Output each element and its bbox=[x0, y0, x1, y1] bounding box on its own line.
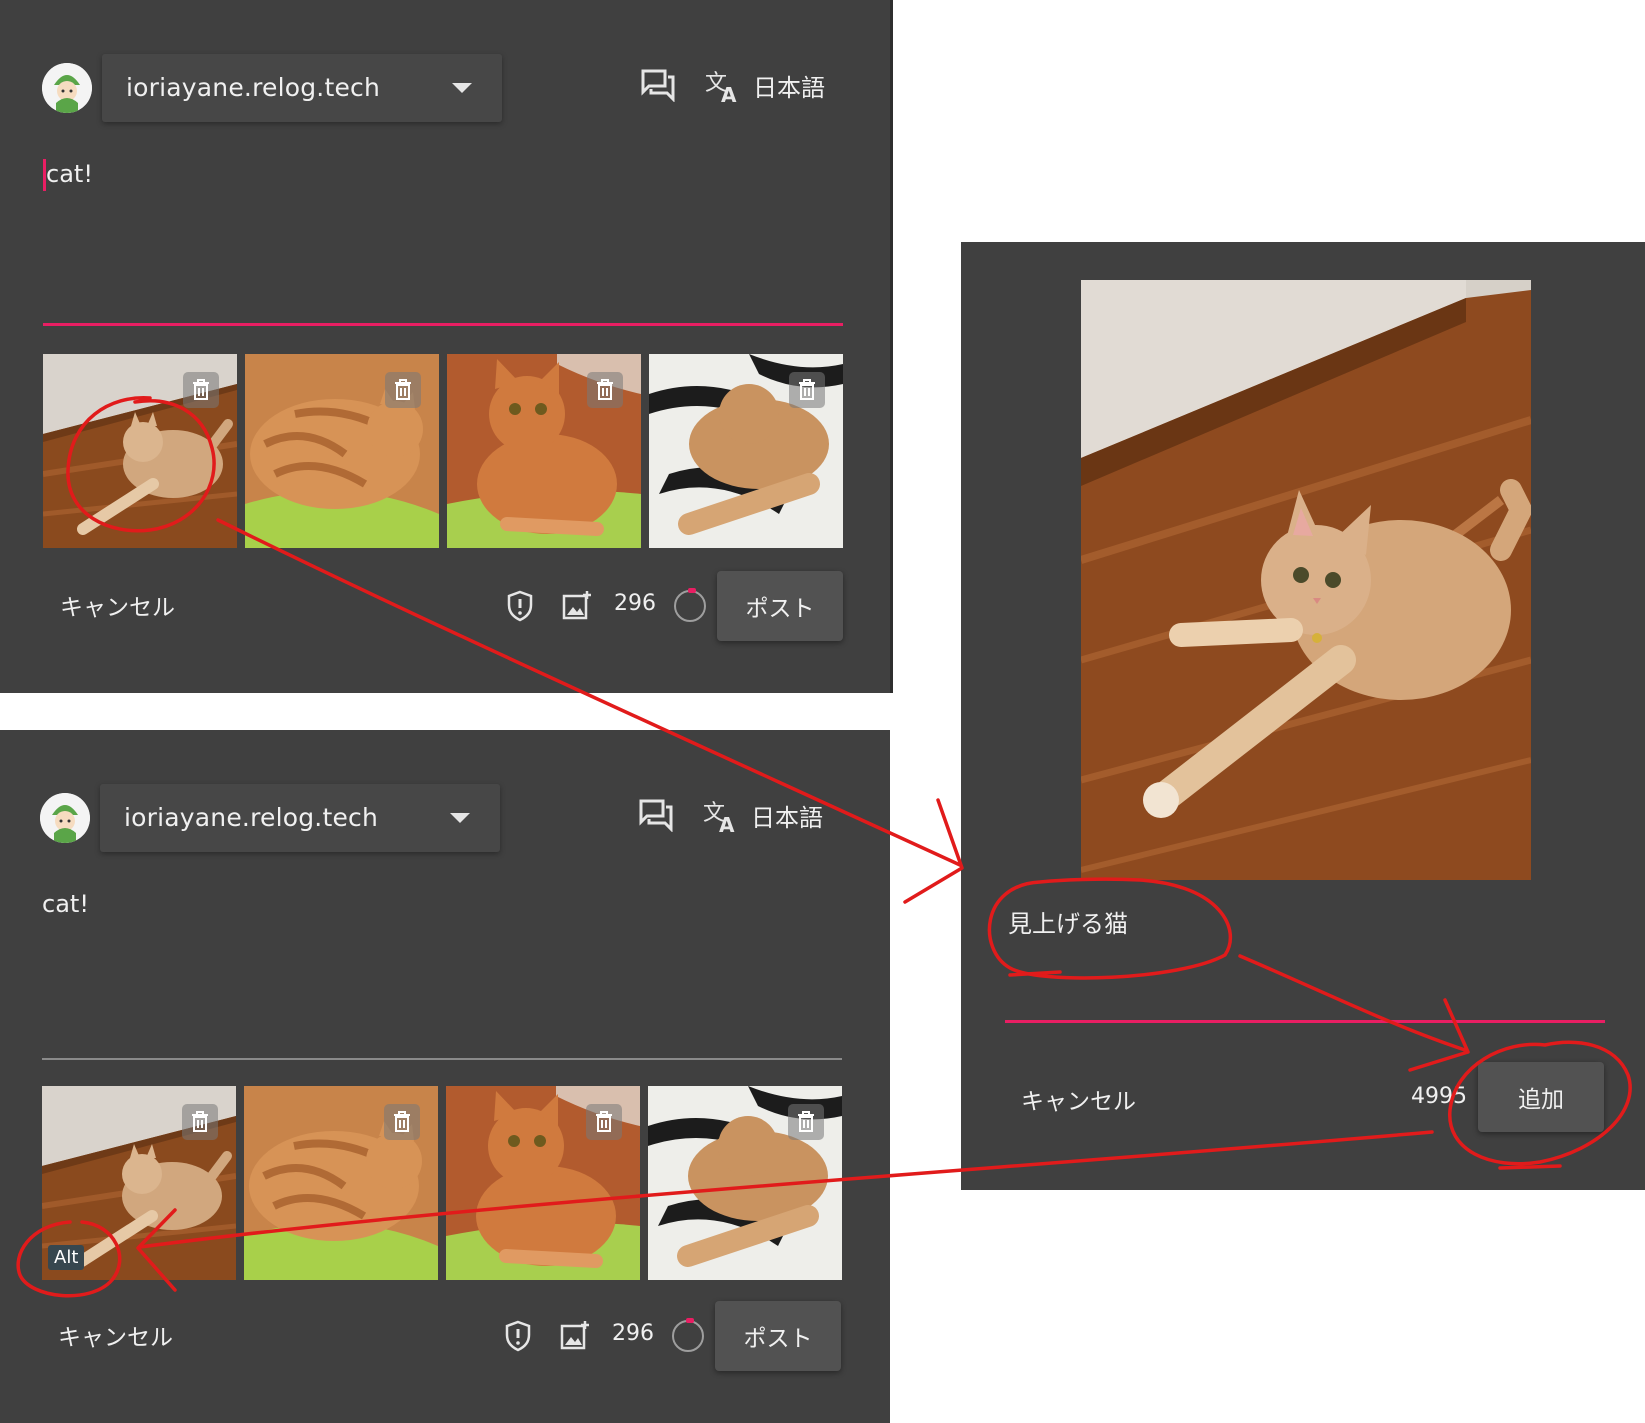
translate-icon[interactable]: 文A bbox=[705, 68, 741, 104]
account-selector[interactable]: ioriayane.relog.tech bbox=[100, 784, 500, 852]
annotation-arrowhead bbox=[903, 798, 964, 904]
svg-text:A: A bbox=[719, 813, 735, 834]
thumbnail-3[interactable] bbox=[446, 1086, 640, 1280]
add-button[interactable]: 追加 bbox=[1478, 1062, 1604, 1132]
char-counter: 296 bbox=[612, 1321, 654, 1346]
account-selector[interactable]: ioriayane.relog.tech bbox=[102, 54, 502, 122]
shield-icon[interactable] bbox=[504, 1320, 532, 1352]
delete-button[interactable] bbox=[183, 372, 219, 408]
chevron-down-icon bbox=[452, 83, 472, 93]
translate-icon[interactable]: 文A bbox=[703, 798, 739, 834]
delete-button[interactable] bbox=[788, 1104, 824, 1140]
thumbnail-2[interactable] bbox=[245, 354, 439, 548]
alt-text-dialog: 見上げる猫 キャンセル 4995 追加 bbox=[961, 242, 1645, 1190]
post-button[interactable]: ポスト bbox=[717, 571, 843, 641]
delete-button[interactable] bbox=[385, 372, 421, 408]
avatar[interactable] bbox=[42, 63, 92, 113]
cancel-button[interactable]: キャンセル bbox=[58, 1318, 173, 1352]
language-label[interactable]: 日本語 bbox=[753, 68, 825, 103]
thumbnail-1[interactable]: Alt bbox=[42, 1086, 236, 1280]
char-counter: 296 bbox=[614, 591, 656, 616]
thumbnail-2[interactable] bbox=[244, 1086, 438, 1280]
account-name: ioriayane.relog.tech bbox=[124, 803, 379, 832]
delete-button[interactable] bbox=[587, 372, 623, 408]
thread-icon[interactable] bbox=[640, 68, 676, 102]
progress-ring bbox=[672, 1318, 704, 1352]
composer-panel-bottom: ioriayane.relog.tech 文A 日本語 cat! Alt キャン… bbox=[0, 730, 890, 1423]
language-label[interactable]: 日本語 bbox=[751, 798, 823, 833]
compose-text[interactable]: cat! bbox=[42, 890, 89, 918]
char-counter: 4995 bbox=[1411, 1084, 1467, 1109]
alt-badge[interactable]: Alt bbox=[48, 1245, 85, 1270]
composer-panel-top: ioriayane.relog.tech 文A 日本語 cat! キャンセル 2… bbox=[0, 0, 893, 693]
progress-ring bbox=[674, 588, 706, 622]
account-name: ioriayane.relog.tech bbox=[126, 73, 381, 102]
thread-icon[interactable] bbox=[638, 798, 674, 832]
alt-text-input[interactable]: 見上げる猫 bbox=[1008, 904, 1128, 939]
alt-preview-image bbox=[1081, 280, 1531, 880]
text-underline bbox=[42, 1058, 842, 1060]
cancel-button[interactable]: キャンセル bbox=[60, 588, 175, 622]
delete-button[interactable] bbox=[586, 1104, 622, 1140]
avatar[interactable] bbox=[40, 793, 90, 843]
svg-text:A: A bbox=[721, 83, 737, 104]
cancel-button[interactable]: キャンセル bbox=[1021, 1082, 1136, 1116]
thumbnail-4[interactable] bbox=[648, 1086, 842, 1280]
post-button[interactable]: ポスト bbox=[715, 1301, 841, 1371]
compose-text[interactable]: cat! bbox=[46, 160, 93, 188]
delete-button[interactable] bbox=[384, 1104, 420, 1140]
text-underline bbox=[43, 323, 843, 326]
thumbnail-3[interactable] bbox=[447, 354, 641, 548]
alt-text-underline bbox=[1005, 1020, 1605, 1023]
add-image-icon[interactable] bbox=[559, 1320, 591, 1352]
delete-button[interactable] bbox=[182, 1104, 218, 1140]
thumbnail-4[interactable] bbox=[649, 354, 843, 548]
delete-button[interactable] bbox=[789, 372, 825, 408]
add-image-icon[interactable] bbox=[561, 590, 593, 622]
chevron-down-icon bbox=[450, 813, 470, 823]
shield-icon[interactable] bbox=[506, 590, 534, 622]
thumbnail-1[interactable] bbox=[43, 354, 237, 548]
